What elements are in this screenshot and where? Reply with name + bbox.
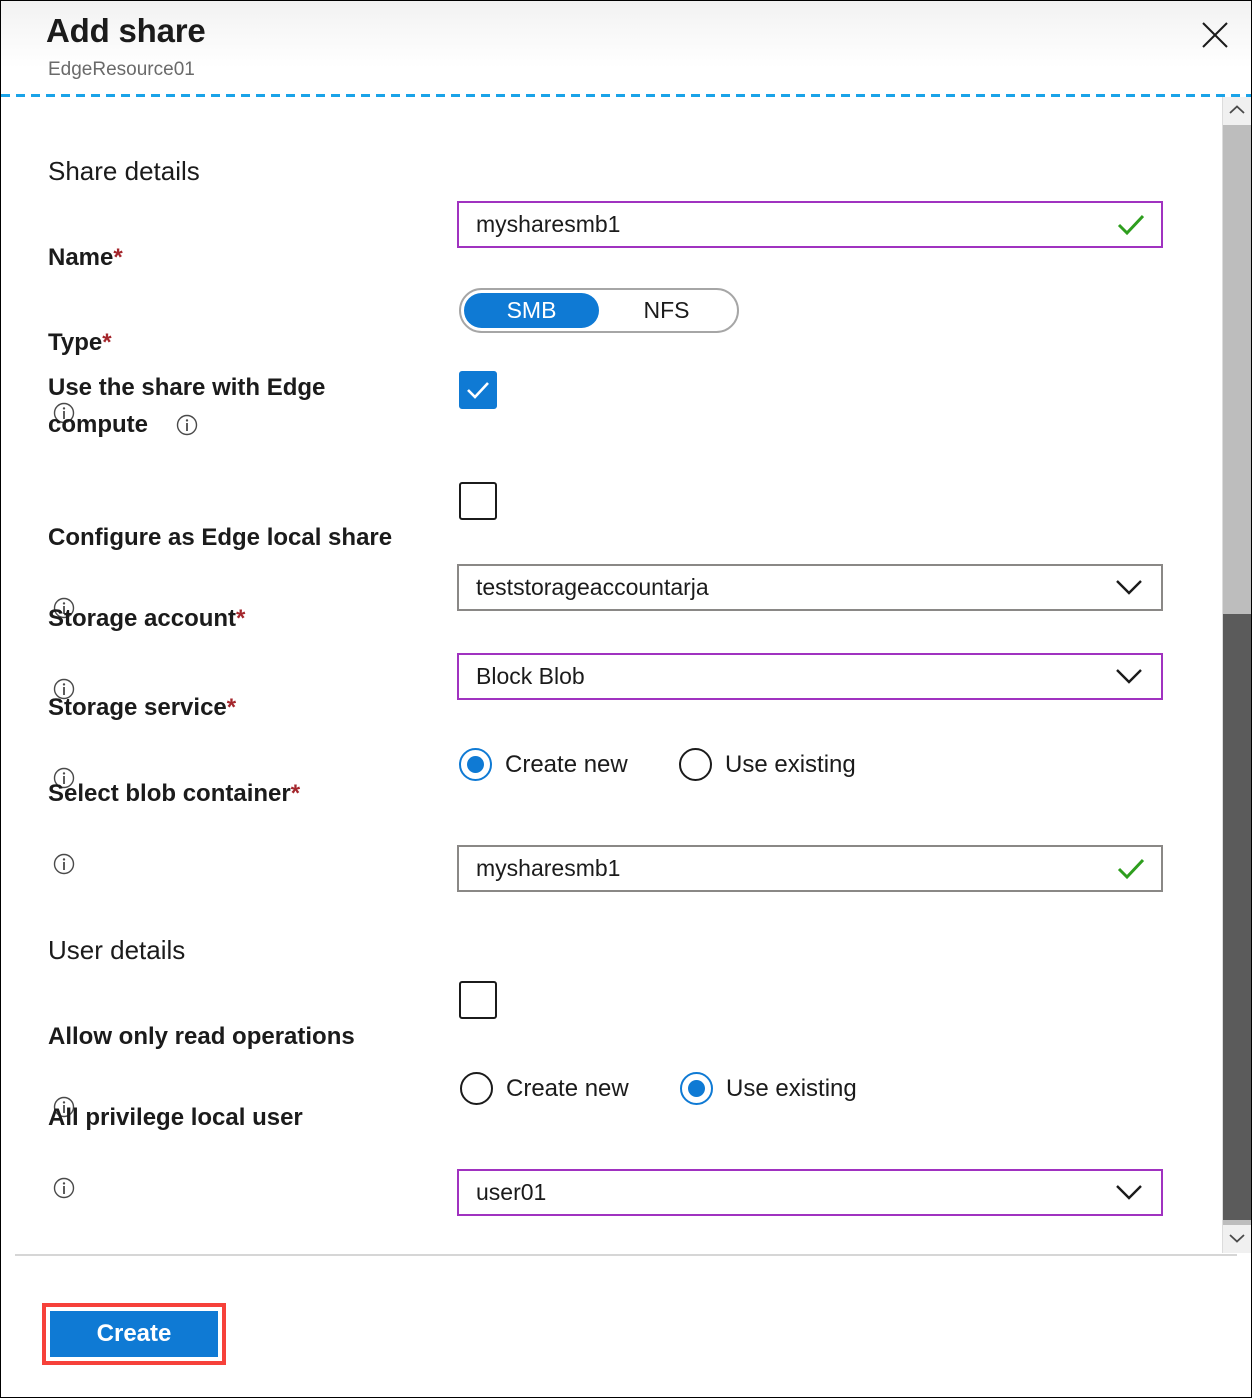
add-share-form: Share details Name* mysharesmb1 Type*: [1, 97, 1221, 1253]
edge-local-share-checkbox[interactable]: [459, 482, 497, 520]
blob-container-create-new-label: Create new: [505, 751, 628, 779]
radio-dot: [459, 748, 492, 781]
local-user-value: user01: [459, 1179, 1115, 1206]
edge-compute-label: Use the share with Edge compute: [48, 369, 428, 443]
local-user-use-existing-label: Use existing: [726, 1075, 857, 1103]
user-details-heading: User details: [48, 935, 185, 966]
type-option-nfs[interactable]: NFS: [599, 293, 734, 328]
blob-container-name-input[interactable]: mysharesmb1: [457, 845, 1163, 892]
local-user-label: All privilege local user: [48, 1062, 303, 1208]
scrollbar-thumb[interactable]: [1223, 614, 1251, 1220]
create-button[interactable]: Create: [50, 1311, 218, 1357]
checkmark-icon: [1117, 214, 1145, 236]
checkmark-icon: [466, 381, 490, 399]
required-marker: *: [113, 244, 122, 271]
blob-container-create-new-radio[interactable]: Create new: [459, 748, 628, 781]
blob-container-name-value: mysharesmb1: [459, 855, 1117, 882]
required-marker: *: [102, 329, 111, 356]
vertical-scrollbar[interactable]: [1222, 97, 1251, 1253]
storage-account-dropdown[interactable]: teststorageaccountarja: [457, 564, 1163, 611]
required-marker: *: [236, 605, 245, 632]
info-icon[interactable]: [53, 1136, 75, 1158]
name-input-value: mysharesmb1: [459, 211, 1117, 238]
blob-container-use-existing-radio[interactable]: Use existing: [679, 748, 856, 781]
scroll-down-button[interactable]: [1223, 1225, 1251, 1253]
storage-account-value: teststorageaccountarja: [459, 574, 1115, 601]
dialog-body: Share details Name* mysharesmb1 Type*: [1, 97, 1251, 1253]
storage-service-dropdown[interactable]: Block Blob: [457, 653, 1163, 700]
checkmark-icon: [1117, 858, 1145, 880]
chevron-up-icon: [1229, 102, 1245, 120]
radio-dot: [460, 1072, 493, 1105]
local-user-create-new-radio[interactable]: Create new: [460, 1072, 629, 1105]
add-share-dialog: Add share EdgeResource01 Share details N…: [0, 0, 1252, 1398]
type-option-smb[interactable]: SMB: [464, 293, 599, 328]
chevron-down-icon: [1115, 668, 1143, 685]
chevron-down-icon: [1229, 1230, 1245, 1248]
page-title: Add share: [46, 12, 206, 50]
read-only-checkbox[interactable]: [459, 981, 497, 1019]
chevron-down-icon: [1115, 579, 1143, 596]
radio-dot: [679, 748, 712, 781]
storage-service-value: Block Blob: [459, 663, 1115, 690]
close-icon: [1200, 20, 1230, 50]
radio-dot: [680, 1072, 713, 1105]
type-toggle[interactable]: SMB NFS: [459, 288, 739, 333]
scroll-up-button[interactable]: [1223, 97, 1251, 125]
edge-compute-checkbox[interactable]: [459, 371, 497, 409]
close-button[interactable]: [1193, 13, 1237, 57]
local-user-radio-group: Create new Use existing: [460, 1072, 1020, 1112]
name-label: Name*: [48, 202, 123, 276]
chevron-down-icon: [1115, 1184, 1143, 1201]
scrollbar-track[interactable]: [1223, 125, 1251, 1225]
local-user-create-new-label: Create new: [506, 1075, 629, 1103]
local-user-use-existing-radio[interactable]: Use existing: [680, 1072, 857, 1105]
blob-container-use-existing-label: Use existing: [725, 751, 856, 779]
blob-container-label: Select blob container*: [48, 738, 300, 884]
name-input[interactable]: mysharesmb1: [457, 201, 1163, 248]
info-icon[interactable]: [176, 414, 198, 436]
info-icon[interactable]: [53, 812, 75, 834]
create-button-highlight: Create: [42, 1303, 226, 1365]
local-user-dropdown[interactable]: user01: [457, 1169, 1163, 1216]
required-marker: *: [291, 780, 300, 807]
blob-container-radio-group: Create new Use existing: [459, 748, 1019, 788]
dialog-header: Add share EdgeResource01: [1, 1, 1251, 94]
share-details-heading: Share details: [48, 156, 200, 187]
required-marker: *: [227, 694, 236, 721]
footer-divider: [15, 1254, 1237, 1256]
page-subtitle: EdgeResource01: [48, 59, 195, 81]
